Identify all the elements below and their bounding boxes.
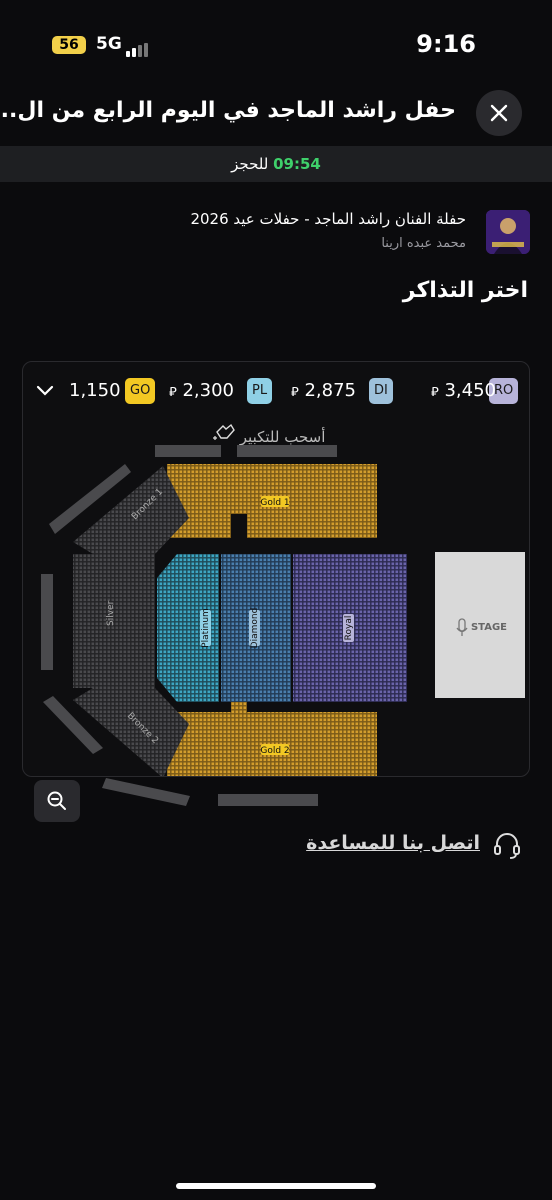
price-chip-code[interactable]: GO — [125, 378, 156, 404]
event-poster-image — [486, 210, 530, 254]
home-indicator[interactable] — [176, 1183, 376, 1189]
stage-label: STAGE — [471, 622, 507, 633]
page-title: حفل راشد الماجد في اليوم الرابع من ال... — [0, 98, 456, 123]
price-value: 1,150 — [69, 378, 121, 404]
zoom-out-icon — [47, 791, 66, 810]
status-bar: 56 5G 9:16 — [0, 0, 552, 90]
section-silver[interactable]: Silver — [73, 554, 155, 688]
seat-map[interactable]: Gold 1 Gold 2 Bronze 1 Silver Bronze 2 P… — [23, 442, 530, 777]
network-type: 5G — [96, 34, 122, 54]
zoom-out-button[interactable] — [34, 780, 80, 822]
price-amount: 2,875 — [304, 380, 356, 401]
currency-symbol: ⃁ — [169, 385, 177, 400]
section-platinum[interactable]: Platinum — [157, 554, 219, 702]
event-title: حفلة الفنان راشد الماجد - حفلات عيد 2026 — [190, 210, 466, 228]
section-royal[interactable]: Royal — [293, 554, 407, 702]
price-chip-code[interactable]: PL — [247, 378, 273, 404]
section-diamond[interactable]: Diamond — [221, 554, 291, 702]
event-venue: محمد عبده ارينا — [381, 236, 466, 251]
lower-box-seats[interactable] — [100, 774, 330, 810]
timer-time: 09:54 — [273, 155, 321, 173]
price-value: ⃁ 3,450 — [431, 378, 496, 406]
price-chip-code[interactable]: DI — [369, 378, 393, 404]
price-amount: 1,150 — [69, 380, 121, 401]
price-legend[interactable]: RO ⃁ 3,450 DI ⃁ 2,875 PL ⃁ 2,300 GO 1,15… — [23, 376, 529, 406]
platinum-label: Platinum — [201, 608, 211, 648]
timer-label: للحجز — [231, 155, 269, 173]
event-thumbnail — [486, 210, 530, 254]
booking-timer: 09:54 للحجز — [0, 146, 552, 182]
close-icon — [490, 104, 508, 122]
chevron-down-icon[interactable] — [35, 384, 55, 398]
gold-1-label: Gold 1 — [260, 498, 289, 508]
currency-symbol: ⃁ — [431, 385, 439, 400]
currency-symbol: ⃁ — [291, 385, 299, 400]
battery-indicator: 56 — [52, 36, 86, 54]
price-value: ⃁ 2,875 — [291, 378, 356, 406]
section-gold-1[interactable]: Gold 1 — [167, 464, 377, 538]
price-amount: 3,450 — [444, 380, 496, 401]
diamond-label: Diamond — [250, 608, 260, 649]
upper-box-seats[interactable] — [155, 445, 337, 457]
silver-label: Silver — [106, 600, 116, 626]
headset-icon[interactable] — [492, 830, 522, 860]
signal-icon — [126, 38, 160, 57]
close-button[interactable] — [476, 90, 522, 136]
status-time: 9:16 — [416, 30, 476, 58]
price-amount: 2,300 — [182, 380, 234, 401]
section-title: اختر التذاكر — [402, 278, 528, 303]
contact-help-link[interactable]: اتصل بنا للمساعدة — [306, 832, 480, 854]
royal-label: Royal — [344, 616, 354, 641]
price-value: ⃁ 2,300 — [169, 378, 234, 406]
seat-map-card[interactable]: RO ⃁ 3,450 DI ⃁ 2,875 PL ⃁ 2,300 GO 1,15… — [22, 361, 530, 777]
stage: STAGE — [435, 552, 525, 698]
gold-2-label: Gold 2 — [260, 746, 289, 756]
